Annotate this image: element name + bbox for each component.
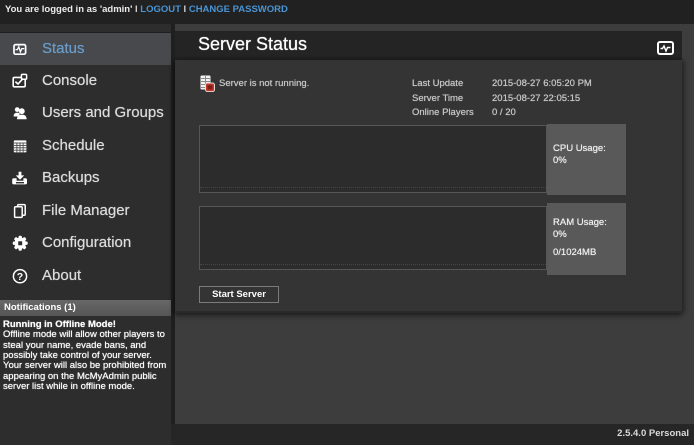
svg-text:?: ? [16,270,22,282]
